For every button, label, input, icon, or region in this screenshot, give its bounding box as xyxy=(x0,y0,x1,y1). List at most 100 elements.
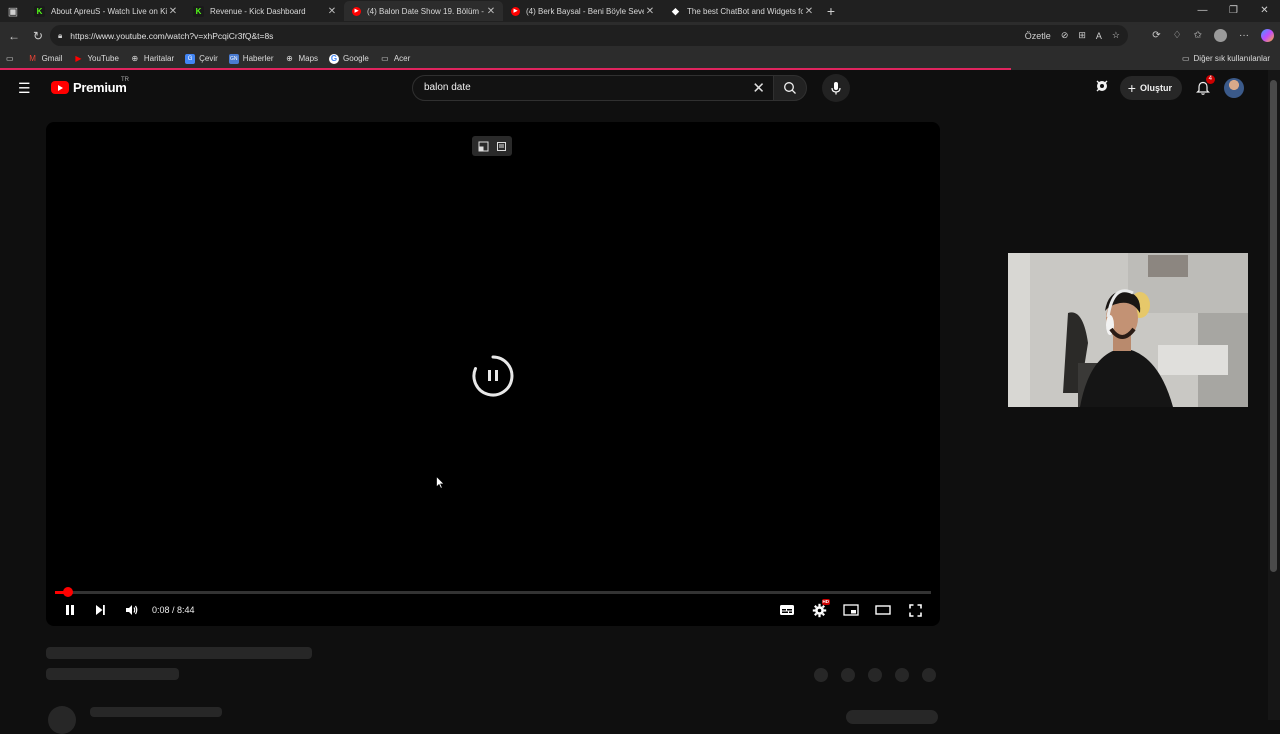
picture-in-picture-icon[interactable] xyxy=(475,138,491,154)
new-tab-icon[interactable]: + xyxy=(821,3,841,19)
browser-tab[interactable]: ▶ (4) Berk Baysal - Beni Böyle Sever ✕ xyxy=(503,1,662,21)
site-info-icon[interactable]: 🔒︎ xyxy=(58,31,62,41)
fullscreen-icon xyxy=(908,603,922,617)
tracking-icon[interactable]: ⊘ xyxy=(1061,30,1069,41)
bookmarks-bar: ▭ M Gmail ▶ YouTube ⊕ Haritalar G Çevir GN Ha… xyxy=(0,49,1280,68)
skip-next-icon xyxy=(96,605,105,615)
minimize-icon[interactable]: — xyxy=(1187,0,1218,22)
webcam-overlay xyxy=(1008,253,1248,407)
toolbar-extensions: ⟳ ♢ ✩ ··· xyxy=(1152,22,1274,49)
theater-mode-button[interactable] xyxy=(873,600,893,620)
volume-button[interactable] xyxy=(122,600,142,620)
summarize-button[interactable]: Özetle xyxy=(1025,31,1051,41)
edit-note-icon[interactable] xyxy=(493,138,509,154)
browser-tab-active[interactable]: ▶ (4) Balon Date Show 19. Bölüm - ✕ xyxy=(344,1,503,21)
other-bookmarks[interactable]: ▭ Diğer sık kullanılanlar xyxy=(1182,49,1270,68)
restore-icon[interactable]: ❐ xyxy=(1218,0,1249,22)
bookmark-label: Maps xyxy=(298,54,319,63)
studio-icon[interactable] xyxy=(1094,78,1110,99)
bookmark-cevir[interactable]: G Çevir xyxy=(185,53,218,64)
close-tab-icon[interactable]: ✕ xyxy=(326,6,338,17)
browser-tab[interactable]: K Revenue - Kick Dashboard ✕ xyxy=(185,1,344,21)
bookmark-gmail[interactable]: M Gmail xyxy=(28,54,63,64)
more-menu-icon[interactable]: ··· xyxy=(1239,30,1249,41)
favorite-star-icon[interactable]: ☆ xyxy=(1112,30,1120,41)
address-bar[interactable]: 🔒︎ https://www.youtube.com/watch?v=xhPcq… xyxy=(50,25,1128,46)
url-text[interactable]: https://www.youtube.com/watch?v=xhPcqiCr… xyxy=(70,31,273,41)
address-bar-actions: Özetle ⊘ ⊞ A ☆ xyxy=(1025,25,1120,46)
video-player[interactable]: 0:08 / 8:44 HD xyxy=(46,122,940,626)
bookmark-label: Haberler xyxy=(242,54,274,63)
apps-icon[interactable]: ⊞ xyxy=(1078,30,1086,41)
refresh-icon[interactable]: ↻ xyxy=(26,29,50,43)
channel-avatar-placeholder xyxy=(48,706,76,734)
notifications-button[interactable]: 4 xyxy=(1192,75,1215,99)
subtitle-placeholder xyxy=(46,668,179,680)
close-tab-icon[interactable]: ✕ xyxy=(485,6,497,17)
browser-tab[interactable]: ◆ The best ChatBot and Widgets fo ✕ xyxy=(662,1,821,21)
channel-name-placeholder xyxy=(90,707,222,717)
create-button[interactable]: + Oluştur xyxy=(1119,76,1182,100)
tab-title: About ApreuS - Watch Live on Ki xyxy=(51,6,167,16)
miniplayer-button[interactable] xyxy=(841,600,861,620)
scrubber-handle[interactable] xyxy=(63,587,74,597)
youtube-icon: ▶ xyxy=(352,6,361,16)
bookmark-acer[interactable]: ▭ Acer xyxy=(380,54,410,64)
bookmark-label: Haritalar xyxy=(143,54,175,63)
close-tab-icon[interactable]: ✕ xyxy=(644,6,656,17)
folder-icon: ▭ xyxy=(381,54,389,63)
title-placeholder xyxy=(46,647,312,659)
news-icon: GN xyxy=(228,53,239,64)
logo-text: Premium xyxy=(73,80,127,95)
browser-tab[interactable]: K About ApreuS - Watch Live on Ki ✕ xyxy=(26,1,185,21)
progress-bar[interactable] xyxy=(55,587,931,597)
search-input[interactable]: balon date xyxy=(424,82,471,93)
webcam-feed-image xyxy=(1008,253,1248,407)
bookmark-label: Çevir xyxy=(199,54,218,63)
player-top-overlay xyxy=(472,136,512,156)
search-box[interactable]: balon date ✕ xyxy=(412,75,774,101)
chatbot-icon: ◆ xyxy=(672,5,679,16)
close-tab-icon[interactable]: ✕ xyxy=(167,6,179,17)
read-aloud-icon[interactable]: A xyxy=(1096,31,1102,41)
next-button[interactable] xyxy=(90,600,110,620)
favorites-icon[interactable]: ✩ xyxy=(1194,30,1202,41)
bookmark-label: Acer xyxy=(393,54,411,63)
search-button[interactable] xyxy=(773,75,807,101)
copilot-icon[interactable] xyxy=(1261,29,1274,42)
bookmark-maps[interactable]: ⊕ Maps xyxy=(284,54,318,64)
action-placeholder xyxy=(895,668,909,682)
pause-button[interactable] xyxy=(60,600,80,620)
youtube-premium-logo[interactable]: Premium TR xyxy=(51,77,129,95)
extensions-icon[interactable]: ⟳ xyxy=(1152,30,1160,41)
back-icon[interactable]: ← xyxy=(2,29,26,43)
profile-icon[interactable] xyxy=(1214,29,1227,42)
action-placeholder xyxy=(868,668,882,682)
kick-icon: K xyxy=(193,5,204,17)
youtube-icon: ▶ xyxy=(511,6,520,16)
voice-search-button[interactable] xyxy=(822,74,850,102)
address-bar-row: ← ↻ 🔒︎ https://www.youtube.com/watch?v=x… xyxy=(0,22,1280,49)
loading-pause-indicator[interactable] xyxy=(471,354,515,398)
scrollbar-thumb[interactable] xyxy=(1270,80,1277,572)
bookmark-label: Gmail xyxy=(41,54,63,63)
fullscreen-button[interactable] xyxy=(905,600,925,620)
browser-essentials-icon[interactable]: ♢ xyxy=(1173,30,1182,41)
settings-button[interactable]: HD xyxy=(809,599,830,620)
action-placeholder xyxy=(922,668,936,682)
bookmark-google[interactable]: G Google xyxy=(329,53,369,64)
clear-search-icon[interactable]: ✕ xyxy=(752,79,765,97)
close-tab-icon[interactable]: ✕ xyxy=(803,6,815,17)
tab-actions-icon[interactable]: ▣ xyxy=(0,0,26,22)
bookmark-youtube[interactable]: ▶ YouTube xyxy=(73,54,119,64)
bookmark-haberler[interactable]: GN Haberler xyxy=(228,53,274,64)
bookmark-haritalar[interactable]: ⊕ Haritalar xyxy=(130,54,175,64)
globe-icon: ⊕ xyxy=(131,54,139,63)
region-code: TR xyxy=(121,77,129,83)
close-window-icon[interactable]: ✕ xyxy=(1249,0,1280,22)
hamburger-menu-icon[interactable]: ☰ xyxy=(18,81,34,95)
tab-title: The best ChatBot and Widgets fo xyxy=(687,6,803,16)
bookmarks-toggle-icon[interactable]: ▭ xyxy=(6,54,14,63)
avatar[interactable] xyxy=(1224,78,1244,98)
subtitles-button[interactable] xyxy=(777,600,797,620)
